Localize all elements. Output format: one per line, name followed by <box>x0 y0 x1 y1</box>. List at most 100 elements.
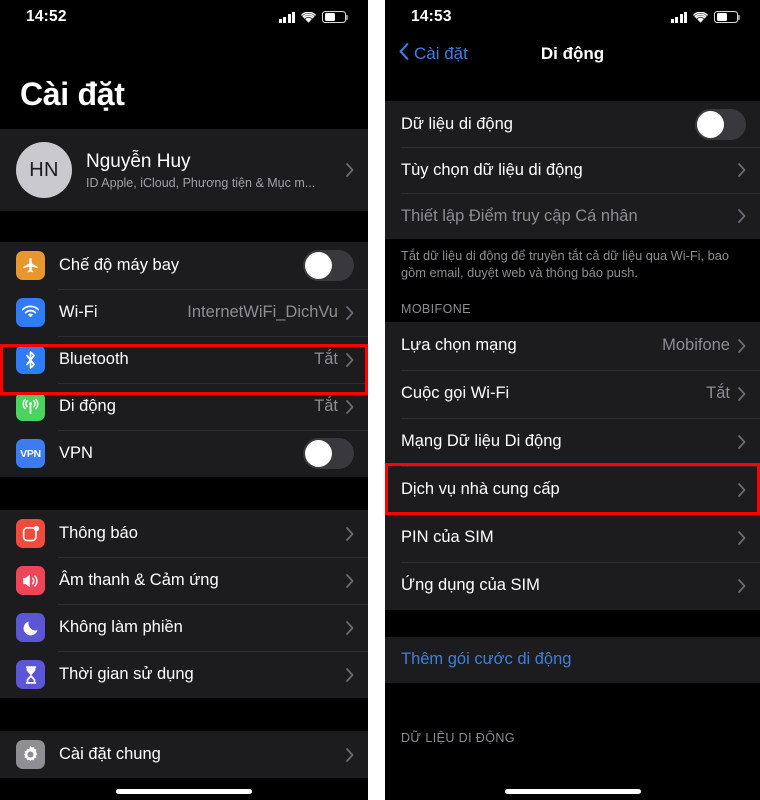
list-item[interactable]: Không làm phiền <box>0 604 368 651</box>
list-item[interactable]: Dịch vụ nhà cung cấp <box>385 465 760 514</box>
list-item[interactable]: Wi-Fi InternetWiFi_DichVu <box>0 289 368 336</box>
list-item[interactable]: Bluetooth Tắt <box>0 336 368 383</box>
list-item[interactable]: Di động Tắt <box>0 383 368 430</box>
section-footer-text: Tắt dữ liệu di động để truyền tắt cả dữ … <box>385 239 760 294</box>
profile-name: Nguyễn Huy <box>86 150 191 172</box>
list-item-label: Mạng Dữ liệu Di động <box>401 432 562 451</box>
chevron-right-icon <box>346 352 354 367</box>
wifi-icon <box>693 11 708 23</box>
cellular-icon <box>16 392 45 421</box>
list-item[interactable]: PIN của SIM <box>385 513 760 562</box>
chevron-right-icon <box>738 434 746 449</box>
list-item-label: Thêm gói cước di động <box>401 650 572 669</box>
list-item-label: Thông báo <box>59 524 138 542</box>
settings-group-cellular-data: Dữ liệu di động Tùy chọn dữ liệu di động T… <box>385 101 760 239</box>
chevron-right-icon <box>346 399 354 414</box>
list-item-value: Tắt <box>314 397 338 415</box>
toggle-knob <box>697 110 724 138</box>
section-header-mobifone: MOBIFONE <box>385 293 760 322</box>
right-phone-screen: 14:53 Cài đặt Di động Dữ liệu di động Tùy… <box>385 0 760 800</box>
list-item[interactable]: Thiết lập Điểm truy cập Cá nhân <box>385 193 760 239</box>
vpn-icon: VPN <box>16 439 45 468</box>
signal-bars-icon <box>670 11 687 23</box>
status-time: 14:53 <box>411 8 452 25</box>
toggle-switch[interactable] <box>303 250 354 281</box>
status-time: 14:52 <box>26 8 67 25</box>
list-item[interactable]: Cài đặt chung <box>0 731 368 778</box>
chevron-right-icon <box>346 747 354 762</box>
left-phone-screen: 14:52 Cài đặt HN Nguyễn Huy ID Apple, iC… <box>0 0 368 800</box>
status-bar-right: 14:53 <box>385 0 760 34</box>
list-item-label: Di động <box>59 397 116 415</box>
settings-group-connectivity: Chế độ máy bay Wi-Fi InternetWiFi_DichVu Bl… <box>0 242 368 477</box>
group-spacer <box>0 211 368 242</box>
list-item-value: Tắt <box>314 350 338 368</box>
list-item[interactable]: Lựa chọn mạng Mobifone <box>385 321 760 370</box>
chevron-right-icon <box>738 530 746 545</box>
list-item[interactable]: Thêm gói cước di động <box>385 636 760 683</box>
home-indicator <box>504 789 641 794</box>
list-item[interactable]: Cuộc gọi Wi-Fi Tắt <box>385 369 760 418</box>
home-indicator <box>116 789 252 794</box>
status-bar-left: 14:52 <box>0 0 368 34</box>
list-item[interactable]: Chế độ máy bay <box>0 242 368 289</box>
group-spacer <box>385 609 760 637</box>
navigation-bar: Cài đặt Di động <box>385 34 760 74</box>
list-item[interactable]: Thông báo <box>0 510 368 557</box>
signal-bars-icon <box>278 11 295 23</box>
list-item[interactable]: VPN VPN <box>0 430 368 477</box>
chevron-right-icon <box>346 667 354 682</box>
status-icons <box>670 11 741 23</box>
chevron-right-icon <box>738 338 746 353</box>
chevron-right-icon <box>346 163 354 177</box>
toggle-switch[interactable] <box>695 108 746 140</box>
list-item-label: Không làm phiền <box>59 618 183 636</box>
profile-row[interactable]: HN Nguyễn Huy ID Apple, iCloud, Phương t… <box>0 129 368 211</box>
notifications-icon <box>16 519 45 548</box>
list-item-label: Ứng dụng của SIM <box>401 576 540 595</box>
list-item-label: Âm thanh & Cảm ứng <box>59 571 219 589</box>
list-item[interactable]: Thời gian sử dụng <box>0 651 368 698</box>
list-item-label: Lựa chọn mạng <box>401 336 517 355</box>
list-item-label: Chế độ máy bay <box>59 256 180 274</box>
chevron-right-icon <box>346 620 354 635</box>
section-header-cellular-data: DỮ LIỆU DI ĐỘNG <box>385 722 760 751</box>
chevron-right-icon <box>738 578 746 593</box>
list-item[interactable]: Dữ liệu di động <box>385 101 760 147</box>
profile-text: Nguyễn Huy ID Apple, iCloud, Phương tiện… <box>86 151 346 190</box>
wifi-icon <box>16 298 45 327</box>
gear-icon <box>16 740 45 769</box>
list-item-label: Cài đặt chung <box>59 745 161 763</box>
chevron-right-icon <box>738 482 746 497</box>
toggle-switch[interactable] <box>303 438 354 469</box>
hourglass-icon <box>16 660 45 689</box>
back-button[interactable]: Cài đặt <box>399 43 468 65</box>
avatar: HN <box>16 142 72 198</box>
list-item-label: Dữ liệu di động <box>401 114 513 133</box>
chevron-right-icon <box>346 305 354 320</box>
list-item-value: InternetWiFi_DichVu <box>187 303 338 321</box>
chevron-right-icon <box>738 386 746 401</box>
wifi-icon <box>301 11 316 23</box>
list-item[interactable]: Ứng dụng của SIM <box>385 561 760 610</box>
list-item-label: Cuộc gọi Wi-Fi <box>401 384 510 403</box>
list-item-label: Tùy chọn dữ liệu di động <box>401 160 583 179</box>
list-item[interactable]: Tùy chọn dữ liệu di động <box>385 147 760 193</box>
battery-icon <box>322 11 349 23</box>
chevron-right-icon <box>738 163 746 177</box>
list-item-label: Thời gian sử dụng <box>59 665 194 683</box>
airplane-icon <box>16 251 45 280</box>
settings-group-add-plan: Thêm gói cước di động <box>385 636 760 683</box>
group-spacer <box>385 74 760 101</box>
chevron-right-icon <box>346 573 354 588</box>
group-spacer <box>0 698 368 731</box>
chevron-right-icon <box>346 526 354 541</box>
list-item[interactable]: Mạng Dữ liệu Di động <box>385 417 760 466</box>
toggle-knob <box>305 252 332 279</box>
list-item-label: Bluetooth <box>59 350 129 368</box>
panel-divider <box>368 0 385 800</box>
group-spacer <box>0 477 368 510</box>
page-title: Cài đặt <box>20 76 125 112</box>
list-item[interactable]: Âm thanh & Cảm ứng <box>0 557 368 604</box>
list-item-label: PIN của SIM <box>401 528 494 547</box>
